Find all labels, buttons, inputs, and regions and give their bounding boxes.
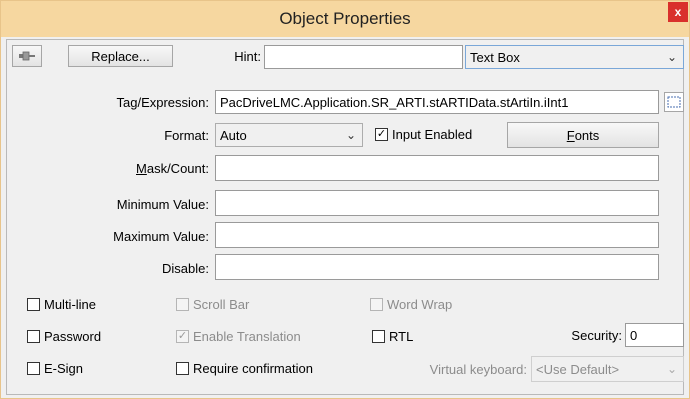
- browse-icon: [667, 96, 681, 108]
- properties-panel: Replace... Hint: Text Box ⌄ Tag/Expressi…: [6, 39, 684, 395]
- object-type-value: Text Box: [470, 49, 520, 65]
- chevron-down-icon: ⌄: [666, 50, 678, 64]
- security-input[interactable]: 0: [625, 323, 684, 347]
- require-confirmation-label: Require confirmation: [193, 361, 313, 376]
- maximum-value-label: Maximum Value:: [113, 229, 209, 244]
- password-checkbox[interactable]: Password: [27, 329, 101, 344]
- require-confirmation-checkbox[interactable]: Require confirmation: [176, 361, 313, 376]
- checkbox-box: [370, 298, 383, 311]
- title-bar: Object Properties x: [1, 1, 689, 37]
- checkmark-icon: ✓: [375, 128, 388, 141]
- word-wrap-checkbox[interactable]: Word Wrap: [370, 297, 452, 312]
- disable-input[interactable]: [215, 254, 659, 280]
- enable-translation-label: Enable Translation: [193, 329, 301, 344]
- mask-count-label: Mask/Count:: [136, 161, 209, 176]
- e-sign-checkbox[interactable]: E-Sign: [27, 361, 83, 376]
- format-value: Auto: [220, 127, 247, 143]
- rtl-label: RTL: [389, 329, 414, 344]
- hint-label: Hint:: [234, 49, 261, 64]
- chevron-down-icon: ⌄: [345, 128, 357, 142]
- enable-translation-checkbox[interactable]: ✓ Enable Translation: [176, 329, 301, 344]
- checkbox-box: [27, 362, 40, 375]
- minimum-value-input[interactable]: [215, 190, 659, 216]
- browse-tag-button[interactable]: [664, 92, 684, 112]
- rtl-checkbox[interactable]: RTL: [372, 329, 413, 344]
- hint-input[interactable]: [264, 45, 463, 69]
- multi-line-label: Multi-line: [44, 297, 97, 312]
- virtual-keyboard-select[interactable]: <Use Default> ⌄: [531, 356, 684, 382]
- checkbox-box: [27, 298, 40, 311]
- word-wrap-label: Word Wrap: [387, 297, 453, 312]
- checkbox-box: [27, 330, 40, 343]
- format-label: Format:: [164, 128, 209, 143]
- pin-icon: [19, 51, 35, 61]
- format-select[interactable]: Auto ⌄: [215, 123, 363, 147]
- replace-button[interactable]: Replace...: [68, 45, 173, 67]
- minimum-value-label: Minimum Value:: [116, 197, 209, 212]
- password-label: Password: [44, 329, 102, 344]
- scroll-bar-checkbox[interactable]: Scroll Bar: [176, 297, 249, 312]
- mask-count-input[interactable]: [215, 155, 659, 181]
- object-properties-window: Object Properties x Replace... Hint: Tex…: [0, 0, 690, 399]
- fonts-button[interactable]: Fonts: [507, 122, 659, 148]
- object-type-select[interactable]: Text Box ⌄: [465, 45, 684, 69]
- virtual-keyboard-label: Virtual keyboard:: [429, 362, 527, 377]
- checkmark-icon: ✓: [176, 330, 189, 343]
- checkbox-box: [176, 298, 189, 311]
- fonts-label-rest: onts: [574, 127, 600, 143]
- input-enabled-label: Input Enabled: [392, 127, 473, 142]
- input-enabled-checkbox[interactable]: ✓ Input Enabled: [375, 127, 472, 142]
- chevron-down-icon: ⌄: [666, 362, 678, 376]
- multi-line-checkbox[interactable]: Multi-line: [27, 297, 96, 312]
- pin-button[interactable]: [12, 45, 42, 67]
- scroll-bar-label: Scroll Bar: [193, 297, 250, 312]
- disable-label: Disable:: [162, 261, 209, 276]
- window-title: Object Properties: [279, 9, 411, 28]
- maximum-value-input[interactable]: [215, 222, 659, 248]
- security-label: Security:: [571, 328, 622, 343]
- tag-expression-input[interactable]: PacDriveLMC.Application.SR_ARTI.stARTIDa…: [215, 90, 659, 114]
- checkbox-box: [176, 362, 189, 375]
- e-sign-label: E-Sign: [44, 361, 84, 376]
- tag-label: Tag/Expression:: [116, 95, 210, 110]
- close-button[interactable]: x: [668, 2, 688, 22]
- checkbox-box: [372, 330, 385, 343]
- virtual-keyboard-value: <Use Default>: [536, 361, 620, 377]
- fonts-label-ul: F: [566, 127, 575, 143]
